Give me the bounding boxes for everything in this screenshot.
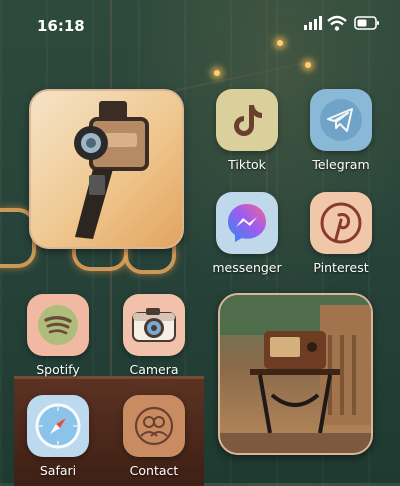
spotify-icon (38, 305, 78, 345)
battery-icon (354, 16, 379, 30)
vintage-radio-photo-icon (220, 295, 371, 453)
photo-widget-vintage-room[interactable] (218, 293, 373, 455)
safari-app-icon[interactable] (27, 395, 89, 457)
app-messenger[interactable]: messenger (207, 192, 287, 275)
app-label: Telegram (312, 157, 370, 172)
app-label: Pinterest (313, 260, 369, 275)
app-label: Spotify (36, 362, 80, 377)
app-label: Contact (129, 463, 179, 478)
app-camera[interactable]: Camera (114, 294, 194, 377)
app-pinterest[interactable]: Pinterest (301, 192, 381, 275)
photo-widget-film-camera[interactable] (29, 89, 184, 249)
cellular-signal-icon (304, 16, 322, 30)
app-label: Safari (39, 463, 77, 478)
app-tiktok[interactable]: Tiktok (207, 89, 287, 172)
wifi-icon (327, 15, 347, 31)
pinterest-app-icon[interactable] (310, 192, 372, 254)
status-bar: 16:18 (0, 0, 400, 50)
contact-icon (134, 406, 174, 446)
fairy-light (214, 70, 220, 76)
status-time: 16:18 (37, 17, 85, 35)
telegram-app-icon[interactable] (310, 89, 372, 151)
safari-icon (35, 403, 81, 449)
messenger-app-icon[interactable] (216, 192, 278, 254)
film-camera-photo-icon (74, 101, 149, 239)
camera-icon (132, 308, 176, 342)
fairy-light (305, 62, 311, 68)
app-telegram[interactable]: Telegram (301, 89, 381, 172)
messenger-icon (228, 204, 266, 242)
tiktok-app-icon[interactable] (216, 89, 278, 151)
app-label: Camera (129, 362, 179, 377)
app-spotify[interactable]: Spotify (18, 294, 98, 377)
app-contact[interactable]: Contact (114, 395, 194, 478)
app-label: Tiktok (228, 157, 266, 172)
camera-app-icon[interactable] (123, 294, 185, 356)
spotify-app-icon[interactable] (27, 294, 89, 356)
app-safari[interactable]: Safari (18, 395, 98, 478)
contact-app-icon[interactable] (123, 395, 185, 457)
tiktok-icon (234, 105, 262, 136)
pinterest-icon (320, 202, 362, 244)
telegram-icon (320, 99, 362, 141)
app-label: messenger (212, 260, 282, 275)
